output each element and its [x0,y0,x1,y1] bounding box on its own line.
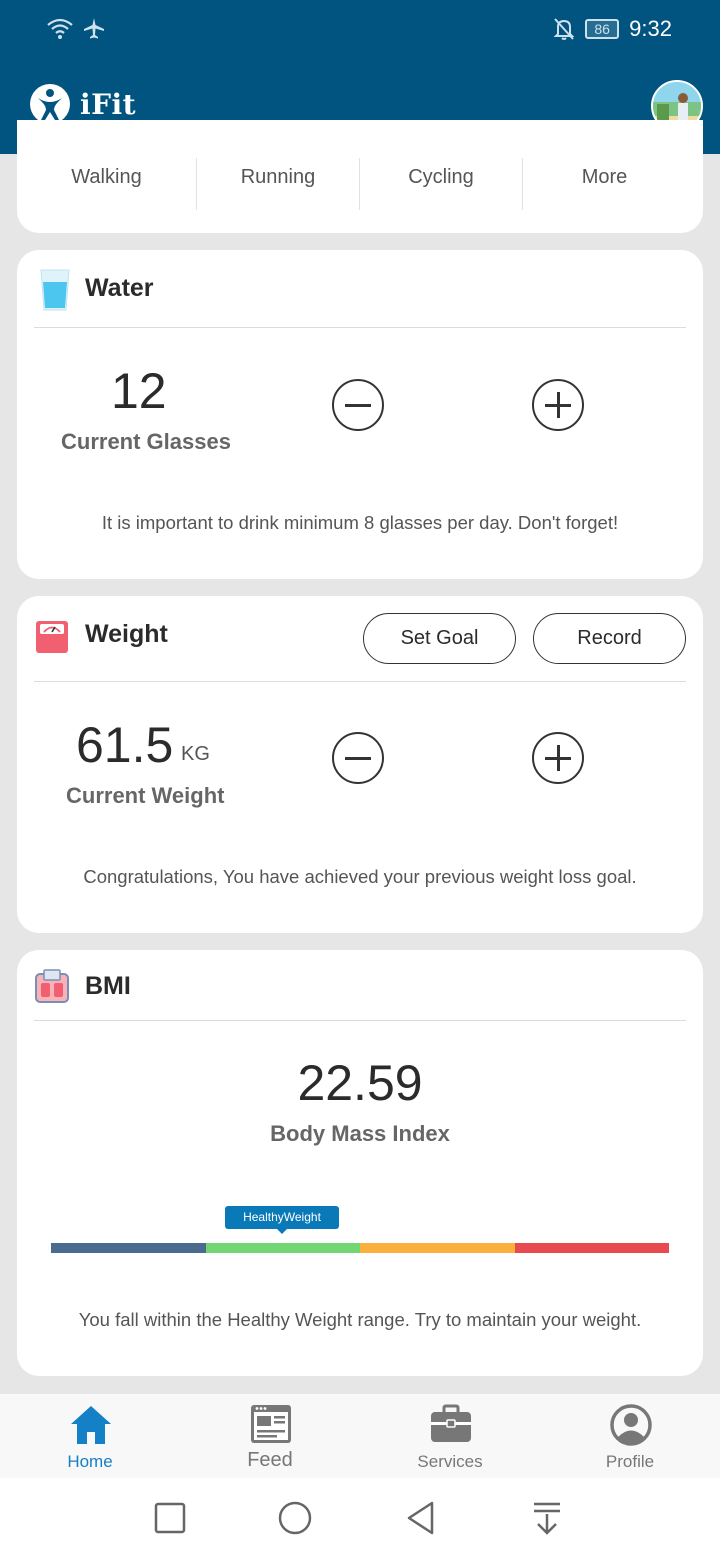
nav-profile[interactable]: Profile [540,1394,720,1478]
weight-scale-icon [36,621,68,653]
bmi-range-tag: HealthyWeight [225,1206,339,1229]
briefcase-icon [431,1404,471,1442]
bmi-tag-pointer [276,1228,288,1234]
water-increment-button[interactable] [532,379,584,431]
home-icon [71,1406,111,1444]
battery-indicator: 86 [585,19,620,39]
water-title: Water [85,274,154,302]
activity-card: Walking Running Cycling More [17,120,703,233]
nav-label: Home [67,1452,113,1471]
weight-decrement-button[interactable] [332,732,384,784]
nav-services[interactable]: Services [360,1394,540,1478]
status-left [46,16,106,40]
nav-feed[interactable]: Feed [180,1394,360,1478]
status-right: 86 9:32 [553,16,672,42]
water-glass-icon [40,269,70,311]
bottom-nav: Home Feed Services Profile [0,1393,720,1478]
bmi-segment-underweight [51,1243,206,1253]
bmi-divider [34,1020,686,1021]
weight-value-label: Current Weight [66,783,225,808]
water-count: 12 [111,363,167,419]
nav-label: Profile [605,1452,655,1471]
status-bar: 86 9:32 [0,0,720,60]
bmi-scale-bar [51,1243,669,1253]
bmi-title: BMI [85,972,131,1000]
activity-label: Running [240,166,316,188]
wifi-icon [47,18,73,39]
plus-icon-v [557,745,560,771]
water-divider [34,327,686,328]
weight-divider [34,681,686,682]
nav-label: Feed [247,1449,293,1471]
bmi-value-label: Body Mass Index [270,1121,450,1146]
water-decrement-button[interactable] [332,379,384,431]
activity-label: Walking [71,166,142,188]
profile-icon [610,1404,652,1446]
water-card: Water 12 Current Glasses It is important… [17,250,703,579]
water-note: It is important to drink minimum 8 glass… [101,512,619,533]
bell-off-icon [553,18,575,40]
app-name: iFit [80,87,137,121]
nav-label: Services [417,1452,483,1471]
activity-label: Cycling [408,166,474,188]
bmi-value: 22.59 [297,1055,423,1111]
activity-walking[interactable]: Walking [17,158,197,210]
bmi-header: BMI [17,950,703,1028]
minus-icon [345,757,371,760]
notification-pull-icon[interactable] [530,1500,564,1536]
minus-icon [345,404,371,407]
weight-note: Congratulations, You have achieved your … [83,866,637,887]
activity-label: More [581,166,628,188]
weight-header: Weight Set Goal Record [17,596,703,674]
bmi-scale-icon [35,969,69,1003]
back-icon[interactable] [404,1500,438,1536]
feed-icon [251,1405,291,1443]
activity-more[interactable]: More [523,158,686,210]
weight-card: Weight Set Goal Record 61.5 KG Current W… [17,596,703,933]
plus-icon-v [557,392,560,418]
bmi-segment-obese [514,1243,669,1253]
bmi-note: You fall within the Healthy Weight range… [78,1309,642,1330]
water-count-label: Current Glasses [61,429,231,454]
set-goal-button[interactable]: Set Goal [363,613,516,664]
activity-cycling[interactable]: Cycling [360,158,523,210]
activity-running[interactable]: Running [197,158,360,210]
recent-apps-icon[interactable] [153,1500,187,1536]
water-header: Water [17,250,703,328]
weight-increment-button[interactable] [532,732,584,784]
home-circle-icon[interactable] [277,1500,313,1536]
weight-value: 61.5 [76,717,174,773]
activity-row: Walking Running Cycling More [17,158,703,210]
weight-unit: KG [181,743,210,765]
airplane-icon [84,18,104,39]
status-time: 9:32 [629,16,672,41]
bmi-card: BMI 22.59 Body Mass Index HealthyWeight … [17,950,703,1376]
weight-title: Weight [85,620,168,648]
nav-home[interactable]: Home [0,1394,180,1478]
system-nav-bar [0,1478,720,1560]
record-button[interactable]: Record [533,613,686,664]
bmi-segment-overweight [360,1243,515,1253]
bmi-segment-healthy [205,1243,360,1253]
